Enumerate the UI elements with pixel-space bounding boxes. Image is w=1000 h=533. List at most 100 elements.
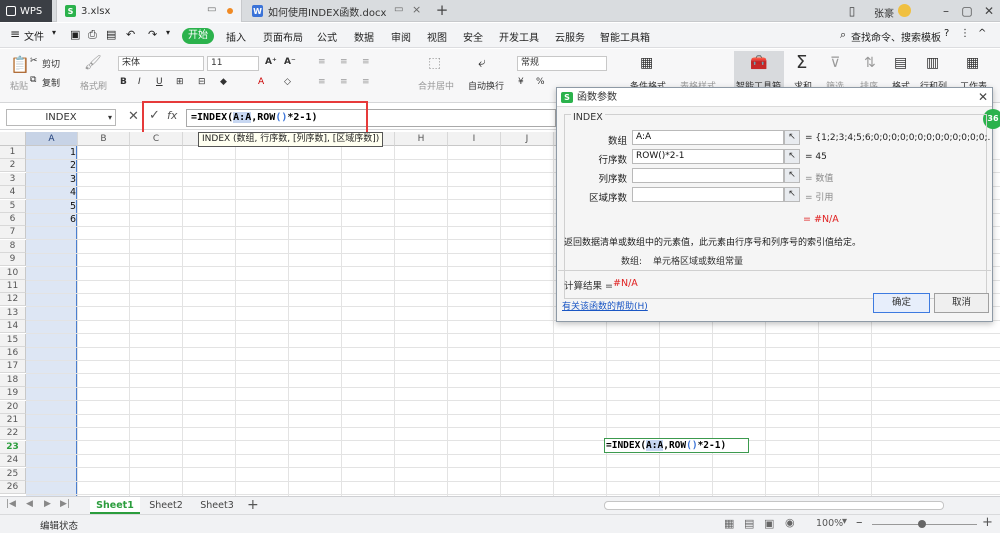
- menu-cloud[interactable]: 云服务: [555, 29, 585, 44]
- border-icon[interactable]: ⊞: [176, 77, 184, 87]
- row-header[interactable]: 19: [0, 387, 26, 401]
- cell-value[interactable]: 3: [26, 173, 76, 186]
- column-header[interactable]: B: [78, 132, 130, 146]
- undo-icon[interactable]: ↶: [126, 28, 135, 41]
- page-layout-view-icon[interactable]: ▣: [764, 517, 774, 530]
- ok-button[interactable]: 确定: [873, 293, 930, 313]
- cancel-button[interactable]: 取消: [934, 293, 989, 313]
- chevron-down-icon[interactable]: ▾: [108, 110, 112, 125]
- menu-formulas[interactable]: 公式: [317, 29, 337, 44]
- row-header[interactable]: 24: [0, 454, 26, 468]
- arg-input-array[interactable]: A:A: [632, 130, 784, 145]
- normal-view-icon[interactable]: ▦: [724, 517, 734, 530]
- arg-input-row[interactable]: ROW()*2-1: [632, 149, 784, 164]
- new-tab-button[interactable]: +: [432, 1, 452, 21]
- cell-value[interactable]: 4: [26, 186, 76, 199]
- menu-file[interactable]: 文件: [24, 28, 44, 43]
- paste-icon[interactable]: 📋: [10, 55, 30, 74]
- range-picker-icon[interactable]: ↖: [784, 168, 800, 183]
- copy-button[interactable]: 复制: [42, 76, 60, 89]
- preview-icon[interactable]: ▤: [106, 28, 116, 41]
- more-icon[interactable]: ⋮: [960, 28, 970, 39]
- row-header[interactable]: 5: [0, 199, 26, 213]
- chevron-down-icon[interactable]: ▾: [166, 28, 170, 37]
- underline-icon[interactable]: U: [156, 77, 163, 87]
- scissors-icon[interactable]: ✂: [30, 56, 38, 66]
- arg-input-area[interactable]: [632, 187, 784, 202]
- menu-view[interactable]: 视图: [427, 29, 447, 44]
- italic-icon[interactable]: I: [138, 77, 141, 87]
- sheet-tab-1[interactable]: Sheet1: [90, 497, 140, 514]
- function-help-link[interactable]: 有关该函数的帮助(H): [562, 299, 648, 312]
- row-header[interactable]: 2: [0, 159, 26, 173]
- align-left-icon[interactable]: ≡: [318, 77, 326, 87]
- align-bottom-icon[interactable]: ≡: [362, 57, 370, 67]
- username[interactable]: 张豪: [874, 5, 894, 20]
- sheet-tab-3[interactable]: Sheet3: [193, 497, 241, 514]
- row-header[interactable]: 13: [0, 306, 26, 320]
- merge-center-button[interactable]: 合并居中: [418, 79, 454, 92]
- menu-smart-toolbox[interactable]: 智能工具箱: [600, 29, 650, 44]
- filter-icon[interactable]: ⊽: [830, 55, 840, 71]
- font-size-select[interactable]: 11: [207, 56, 259, 71]
- format-painter-icon[interactable]: 🖌: [84, 55, 102, 71]
- row-header[interactable]: 9: [0, 253, 26, 267]
- zoom-level[interactable]: 100%: [816, 518, 843, 529]
- grow-font-icon[interactable]: A⁺: [265, 57, 277, 67]
- chevron-down-icon[interactable]: ▾: [52, 28, 56, 37]
- row-header[interactable]: 22: [0, 427, 26, 441]
- row-header[interactable]: 1: [0, 146, 26, 159]
- row-header[interactable]: 26: [0, 481, 26, 494]
- menu-developer[interactable]: 开发工具: [499, 29, 539, 44]
- column-header[interactable]: I: [448, 132, 501, 146]
- conditional-format-icon[interactable]: ▦: [640, 55, 653, 71]
- sort-icon[interactable]: ⇅: [864, 55, 876, 71]
- column-header[interactable]: C: [130, 132, 183, 146]
- column-header[interactable]: A: [26, 132, 78, 146]
- hamburger-icon[interactable]: ≡: [10, 27, 20, 41]
- rowcol-icon[interactable]: ▥: [926, 55, 939, 71]
- bold-icon[interactable]: B: [120, 77, 127, 87]
- range-picker-icon[interactable]: ↖: [784, 187, 800, 202]
- help-icon[interactable]: ?: [944, 28, 949, 39]
- sum-icon[interactable]: Σ: [796, 52, 807, 73]
- maximize-icon[interactable]: ▢: [958, 2, 976, 20]
- cell-value[interactable]: 1: [26, 146, 76, 159]
- row-header[interactable]: 3: [0, 172, 26, 186]
- range-picker-icon[interactable]: ↖: [784, 130, 800, 145]
- cell-value[interactable]: 2: [26, 159, 76, 172]
- close-window-icon[interactable]: ✕: [980, 2, 998, 20]
- menu-security[interactable]: 安全: [463, 29, 483, 44]
- prev-sheet-icon[interactable]: ◀: [26, 499, 33, 509]
- close-icon[interactable]: ✕: [975, 88, 991, 107]
- eye-protection-icon[interactable]: ◉: [785, 516, 795, 529]
- row-header[interactable]: 15: [0, 333, 26, 347]
- arg-input-column[interactable]: [632, 168, 784, 183]
- range-picker-icon[interactable]: ↖: [784, 149, 800, 164]
- row-header[interactable]: 23: [0, 440, 26, 454]
- search-icon[interactable]: ⌕: [840, 28, 846, 42]
- page-break-view-icon[interactable]: ▤: [744, 517, 754, 530]
- font-color-icon[interactable]: A: [258, 77, 264, 87]
- row-header[interactable]: 6: [0, 213, 26, 226]
- close-tab-icon[interactable]: ×: [412, 3, 421, 16]
- fill-color-icon[interactable]: ◆: [220, 77, 227, 87]
- zoom-dropdown-icon[interactable]: ▾: [842, 516, 847, 527]
- percent-icon[interactable]: %: [536, 77, 545, 87]
- menu-page-layout[interactable]: 页面布局: [263, 29, 303, 44]
- format-painter-button[interactable]: 格式刷: [80, 79, 107, 92]
- row-header[interactable]: 11: [0, 280, 26, 293]
- column-header[interactable]: J: [501, 132, 554, 146]
- align-center-icon[interactable]: ≡: [340, 77, 348, 87]
- row-header[interactable]: 7: [0, 226, 26, 240]
- menu-review[interactable]: 审阅: [391, 29, 411, 44]
- row-header[interactable]: 12: [0, 293, 26, 307]
- next-sheet-icon[interactable]: ▶: [44, 499, 51, 509]
- worksheet-icon[interactable]: ▦: [966, 55, 979, 71]
- print-icon[interactable]: ⎙: [88, 28, 97, 42]
- sheet-tab-2[interactable]: Sheet2: [142, 497, 190, 514]
- row-header[interactable]: 16: [0, 347, 26, 360]
- first-sheet-icon[interactable]: |◀: [6, 499, 16, 509]
- select-all-corner[interactable]: [0, 132, 26, 146]
- cell-value[interactable]: 6: [26, 213, 76, 226]
